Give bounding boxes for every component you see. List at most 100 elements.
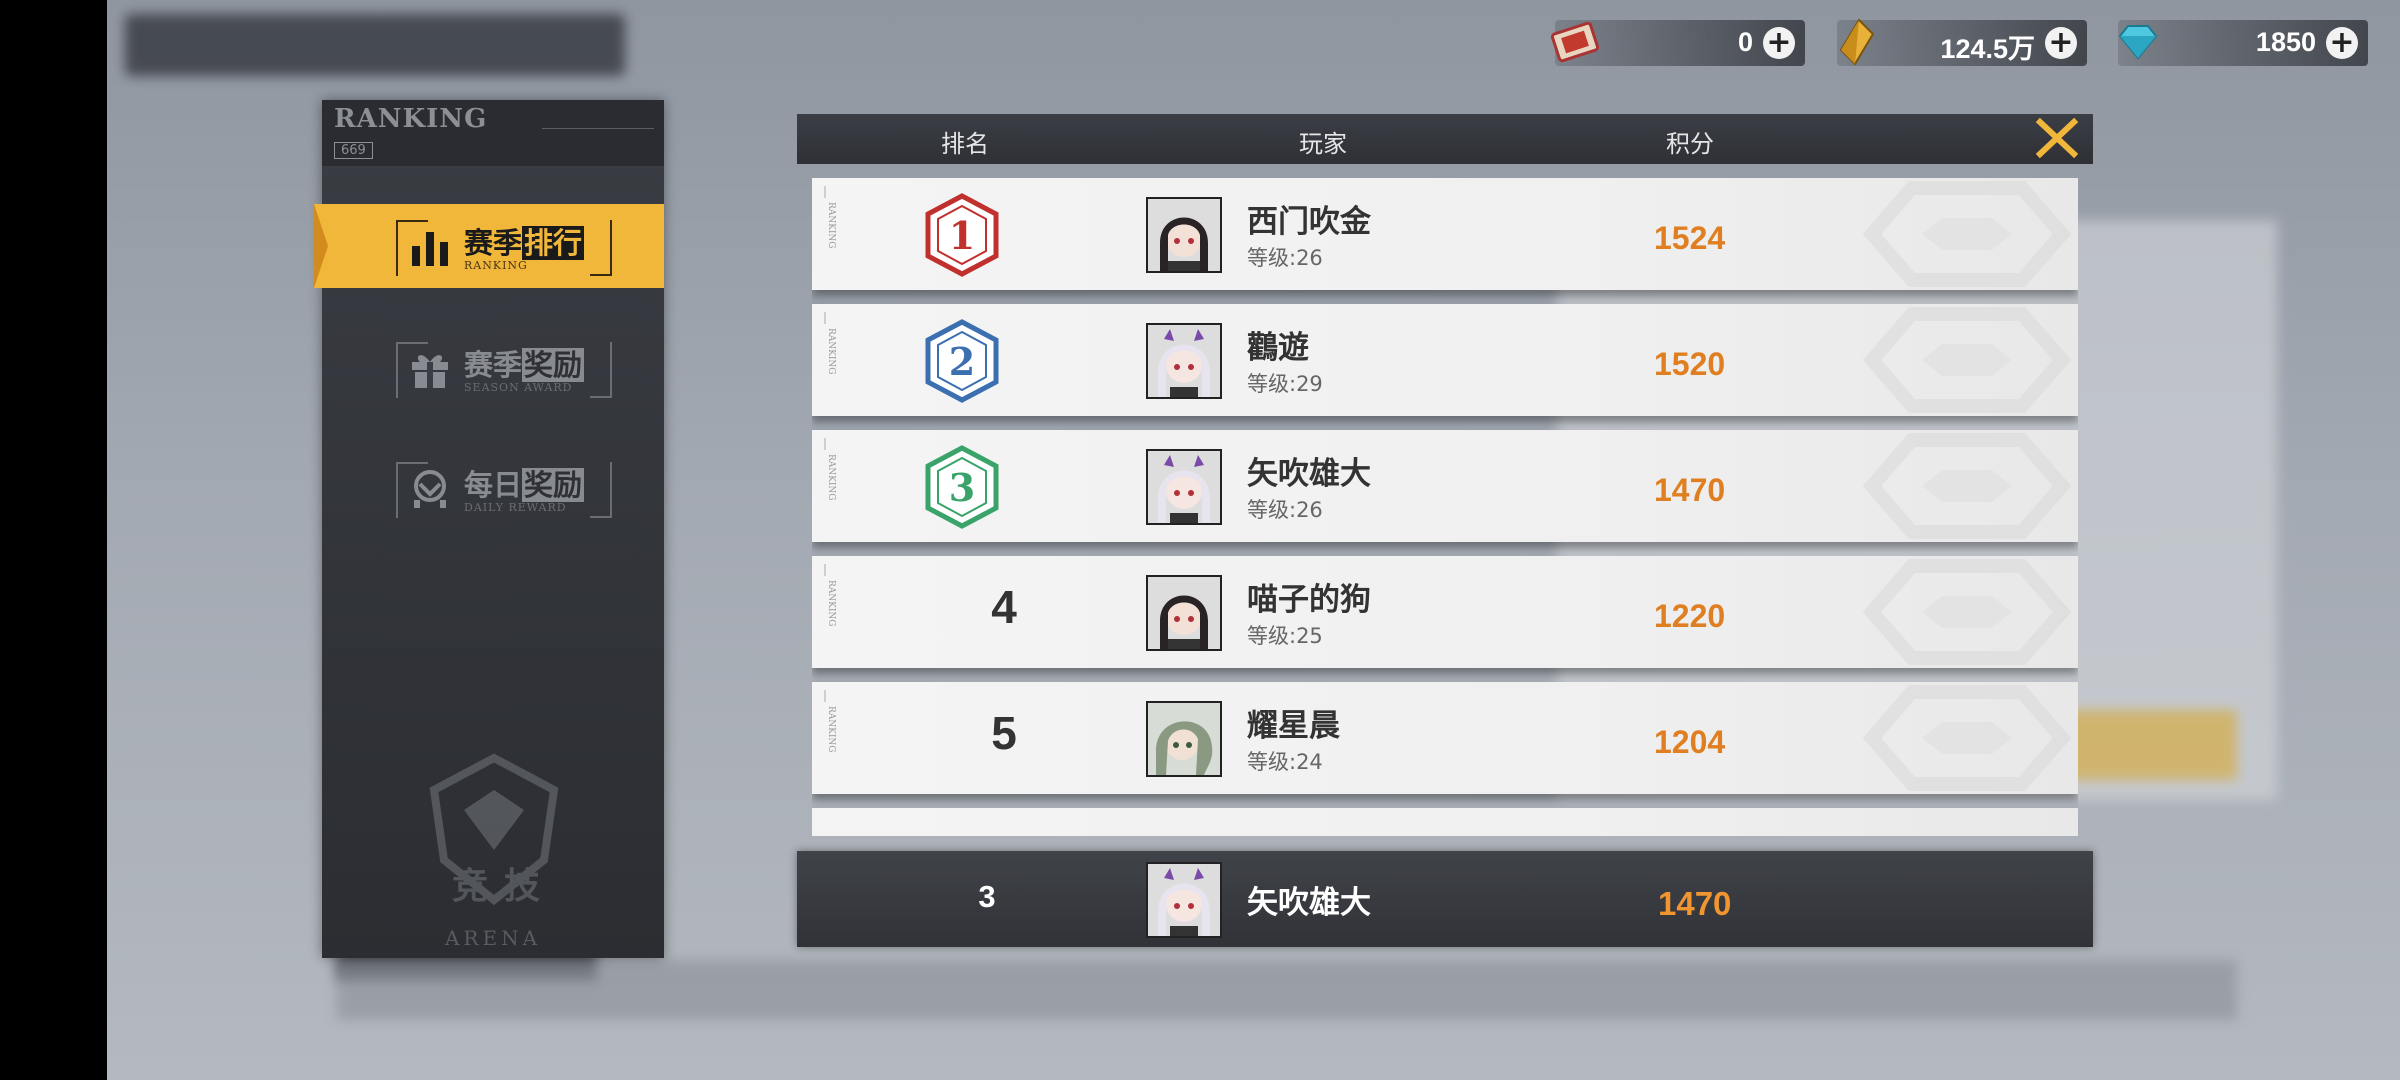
white-hair-avatar-icon (1148, 864, 1220, 936)
player-level: 等级:24 (1247, 750, 1323, 774)
svg-text:1: 1 (949, 213, 975, 258)
row-decoration (1862, 559, 2072, 665)
player-score: 1220 (1654, 598, 1726, 634)
arena-emblem-icon: 竞 技 (429, 753, 559, 907)
tab-sublabel: SEASON AWARD (464, 381, 573, 394)
tab-season-award[interactable]: 赛季奖励 SEASON AWARD (314, 326, 664, 410)
arena-footer: ARENA (444, 926, 542, 950)
self-name: 矢吹雄大 (1247, 885, 1371, 921)
side-tag-decoration: RANKING (824, 186, 836, 249)
bracket-decoration (590, 462, 612, 518)
emblem-text: 竞 (452, 866, 488, 907)
column-rank: 排名 (941, 130, 989, 158)
emblem-text: 技 (504, 866, 540, 907)
rank-2-badge-icon: 2 (925, 319, 999, 403)
green-hair-avatar-icon (1148, 703, 1220, 775)
ticket-currency: 0 + (1550, 20, 1805, 66)
white-hair-avatar-icon (1148, 451, 1220, 523)
dark-hair-avatar-icon (1148, 577, 1220, 649)
svg-text:RANKING: RANKING (826, 454, 836, 501)
side-tag-decoration: RANKING (824, 690, 836, 753)
side-tag-decoration: RANKING (824, 438, 836, 501)
player-score: 1524 (1654, 220, 1726, 256)
svg-text:RANKING: RANKING (826, 580, 836, 627)
rank-3-badge-icon: 3 (925, 445, 999, 529)
avatar (1146, 575, 1222, 651)
player-name: 鸛遊 (1247, 330, 1309, 366)
player-score: 1204 (1654, 724, 1726, 760)
tab-season-ranking[interactable]: 赛季排行 RANKING (314, 204, 664, 288)
tab-daily-reward[interactable]: 每日奖励 DAILY REWARD (314, 446, 664, 530)
table-row[interactable]: RANKING 1 西门吹金 等级:26 1524 (812, 178, 2078, 290)
table-row[interactable]: RANKING 5 耀星晨 等级:24 1204 (812, 682, 2078, 794)
rank-number: 4 (991, 581, 1017, 633)
ranking-list[interactable]: RANKING 1 西门吹金 等级:26 1524 RANKING 2 鸛遊 等… (812, 178, 2078, 836)
avatar (1146, 449, 1222, 525)
tab-label: 每日奖励 (464, 468, 585, 502)
diamond-currency: 1850 + (2118, 20, 2368, 66)
white-hair-avatar-icon (1148, 325, 1220, 397)
close-icon (2035, 117, 2079, 159)
rank-1-badge-icon: 1 (925, 193, 999, 277)
player-level: 等级:26 (1247, 498, 1323, 522)
sidebar-header: RANKING 669 (322, 100, 664, 166)
rank-number: 5 (991, 707, 1017, 759)
add-gold-button[interactable]: + (2045, 27, 2077, 59)
add-ticket-button[interactable]: + (1763, 27, 1795, 59)
svg-text:2: 2 (949, 339, 975, 384)
gold-crystal-icon (1839, 18, 1875, 66)
self-rank: 3 (978, 879, 996, 914)
avatar (1146, 323, 1222, 399)
sidebar: RANKING 669 赛季排行 RANKING 赛季奖励 SEASON AWA… (314, 100, 664, 958)
sidebar-number: 669 (334, 142, 373, 159)
close-button[interactable] (2032, 114, 2082, 162)
bracket-decoration (590, 220, 612, 276)
player-name: 耀星晨 (1247, 708, 1340, 744)
player-level: 等级:26 (1247, 246, 1323, 270)
ranking-table-header: 排名 玩家 积分 (797, 114, 2093, 164)
column-score: 积分 (1666, 130, 1714, 158)
add-diamond-button[interactable]: + (2326, 27, 2358, 59)
table-row[interactable]: RANKING 4 喵子的狗 等级:25 1220 (812, 556, 2078, 668)
side-tag-decoration: RANKING (824, 564, 836, 627)
svg-text:RANKING: RANKING (826, 328, 836, 375)
tab-label: 赛季排行 (464, 226, 585, 260)
gold-currency: 124.5万 + (1837, 18, 2087, 66)
gift-icon (412, 355, 448, 388)
svg-text:RANKING: RANKING (826, 706, 836, 753)
table-row[interactable]: RANKING 2 鸛遊 等级:29 1520 (812, 304, 2078, 416)
background-blur (337, 960, 2237, 1020)
player-name: 矢吹雄大 (1247, 456, 1371, 492)
diamond-icon (2118, 25, 2158, 60)
shield-emblem-icon (414, 470, 446, 508)
svg-text:3: 3 (949, 465, 975, 510)
active-arrow (314, 204, 328, 288)
self-rank-bar: 3 矢吹雄大 1470 (797, 851, 2093, 947)
player-name: 西门吹金 (1247, 204, 1371, 240)
row-decoration (1862, 433, 2072, 539)
tab-sublabel: DAILY REWARD (464, 501, 567, 514)
avatar (1146, 701, 1222, 777)
ticket-icon (1550, 21, 1600, 63)
tab-label: 赛季奖励 (464, 348, 585, 382)
ticket-value: 0 (1737, 27, 1753, 57)
bracket-decoration (590, 342, 612, 398)
self-score: 1470 (1658, 885, 1732, 922)
avatar (1146, 197, 1222, 273)
row-decoration (1862, 181, 2072, 287)
sidebar-title: RANKING (334, 104, 488, 134)
gold-value: 124.5万 (1940, 34, 2035, 64)
table-row-partial[interactable] (812, 808, 2078, 836)
player-score: 1520 (1654, 346, 1726, 382)
player-level: 等级:29 (1247, 372, 1323, 396)
dark-hair-avatar-icon (1148, 199, 1220, 271)
player-name: 喵子的狗 (1247, 582, 1371, 618)
self-avatar (1146, 862, 1222, 938)
svg-text:RANKING: RANKING (826, 202, 836, 249)
row-decoration (1862, 307, 2072, 413)
column-player: 玩家 (1299, 130, 1347, 158)
divider (542, 128, 654, 129)
side-tag-decoration: RANKING (824, 312, 836, 375)
tab-sublabel: RANKING (464, 259, 528, 272)
table-row[interactable]: RANKING 3 矢吹雄大 等级:26 1470 (812, 430, 2078, 542)
